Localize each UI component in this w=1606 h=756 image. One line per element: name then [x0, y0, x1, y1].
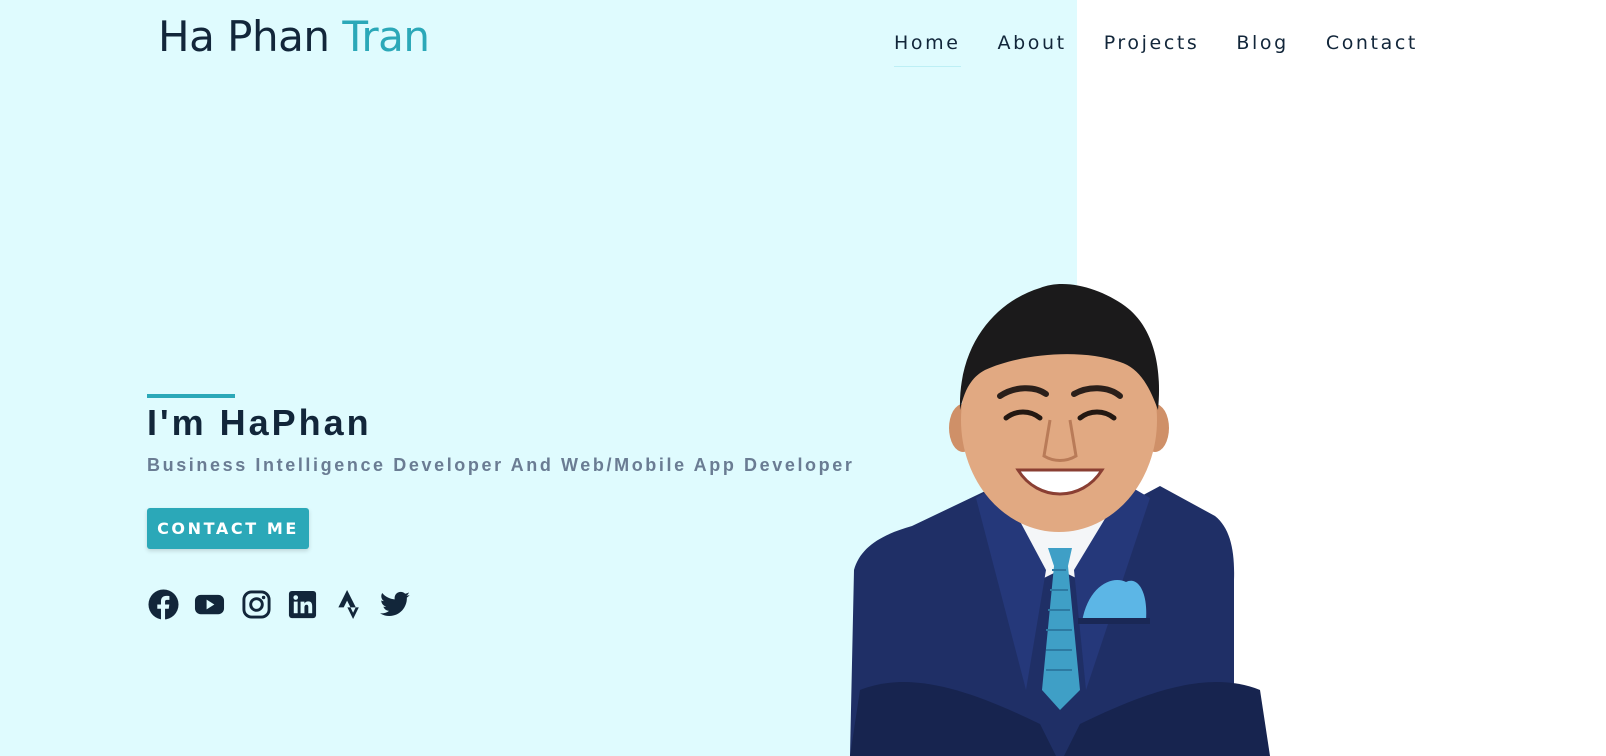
linkedin-link[interactable] — [287, 588, 319, 620]
nav-contact[interactable]: Contact — [1326, 32, 1418, 67]
main-navigation: Home About Projects Blog Contact — [894, 32, 1455, 67]
youtube-icon — [194, 594, 225, 614]
profile-photo — [850, 284, 1270, 756]
title-accent-bar — [147, 394, 235, 398]
hero-subtitle: Business Intelligence Developer And Web/… — [147, 455, 855, 475]
facebook-link[interactable] — [147, 588, 179, 620]
social-links — [147, 588, 426, 620]
instagram-link[interactable] — [240, 588, 272, 620]
strava-icon — [337, 589, 359, 619]
nav-blog[interactable]: Blog — [1236, 32, 1288, 67]
logo-name-accent: Tran — [342, 12, 430, 61]
site-logo[interactable]: Ha Phan Tran — [158, 12, 430, 61]
logo-name: Ha Phan — [158, 12, 330, 61]
youtube-link[interactable] — [194, 588, 226, 620]
hero-title: I'm HaPhan — [147, 402, 372, 443]
facebook-icon — [147, 588, 179, 620]
nav-about[interactable]: About — [998, 32, 1067, 67]
strava-link[interactable] — [333, 588, 365, 620]
instagram-icon — [241, 589, 271, 619]
nav-projects[interactable]: Projects — [1104, 32, 1200, 67]
linkedin-icon — [288, 590, 317, 618]
nav-home[interactable]: Home — [894, 32, 961, 67]
twitter-link[interactable] — [380, 588, 412, 620]
contact-me-button[interactable]: CONTACT ME — [147, 508, 309, 549]
twitter-icon — [380, 591, 410, 616]
